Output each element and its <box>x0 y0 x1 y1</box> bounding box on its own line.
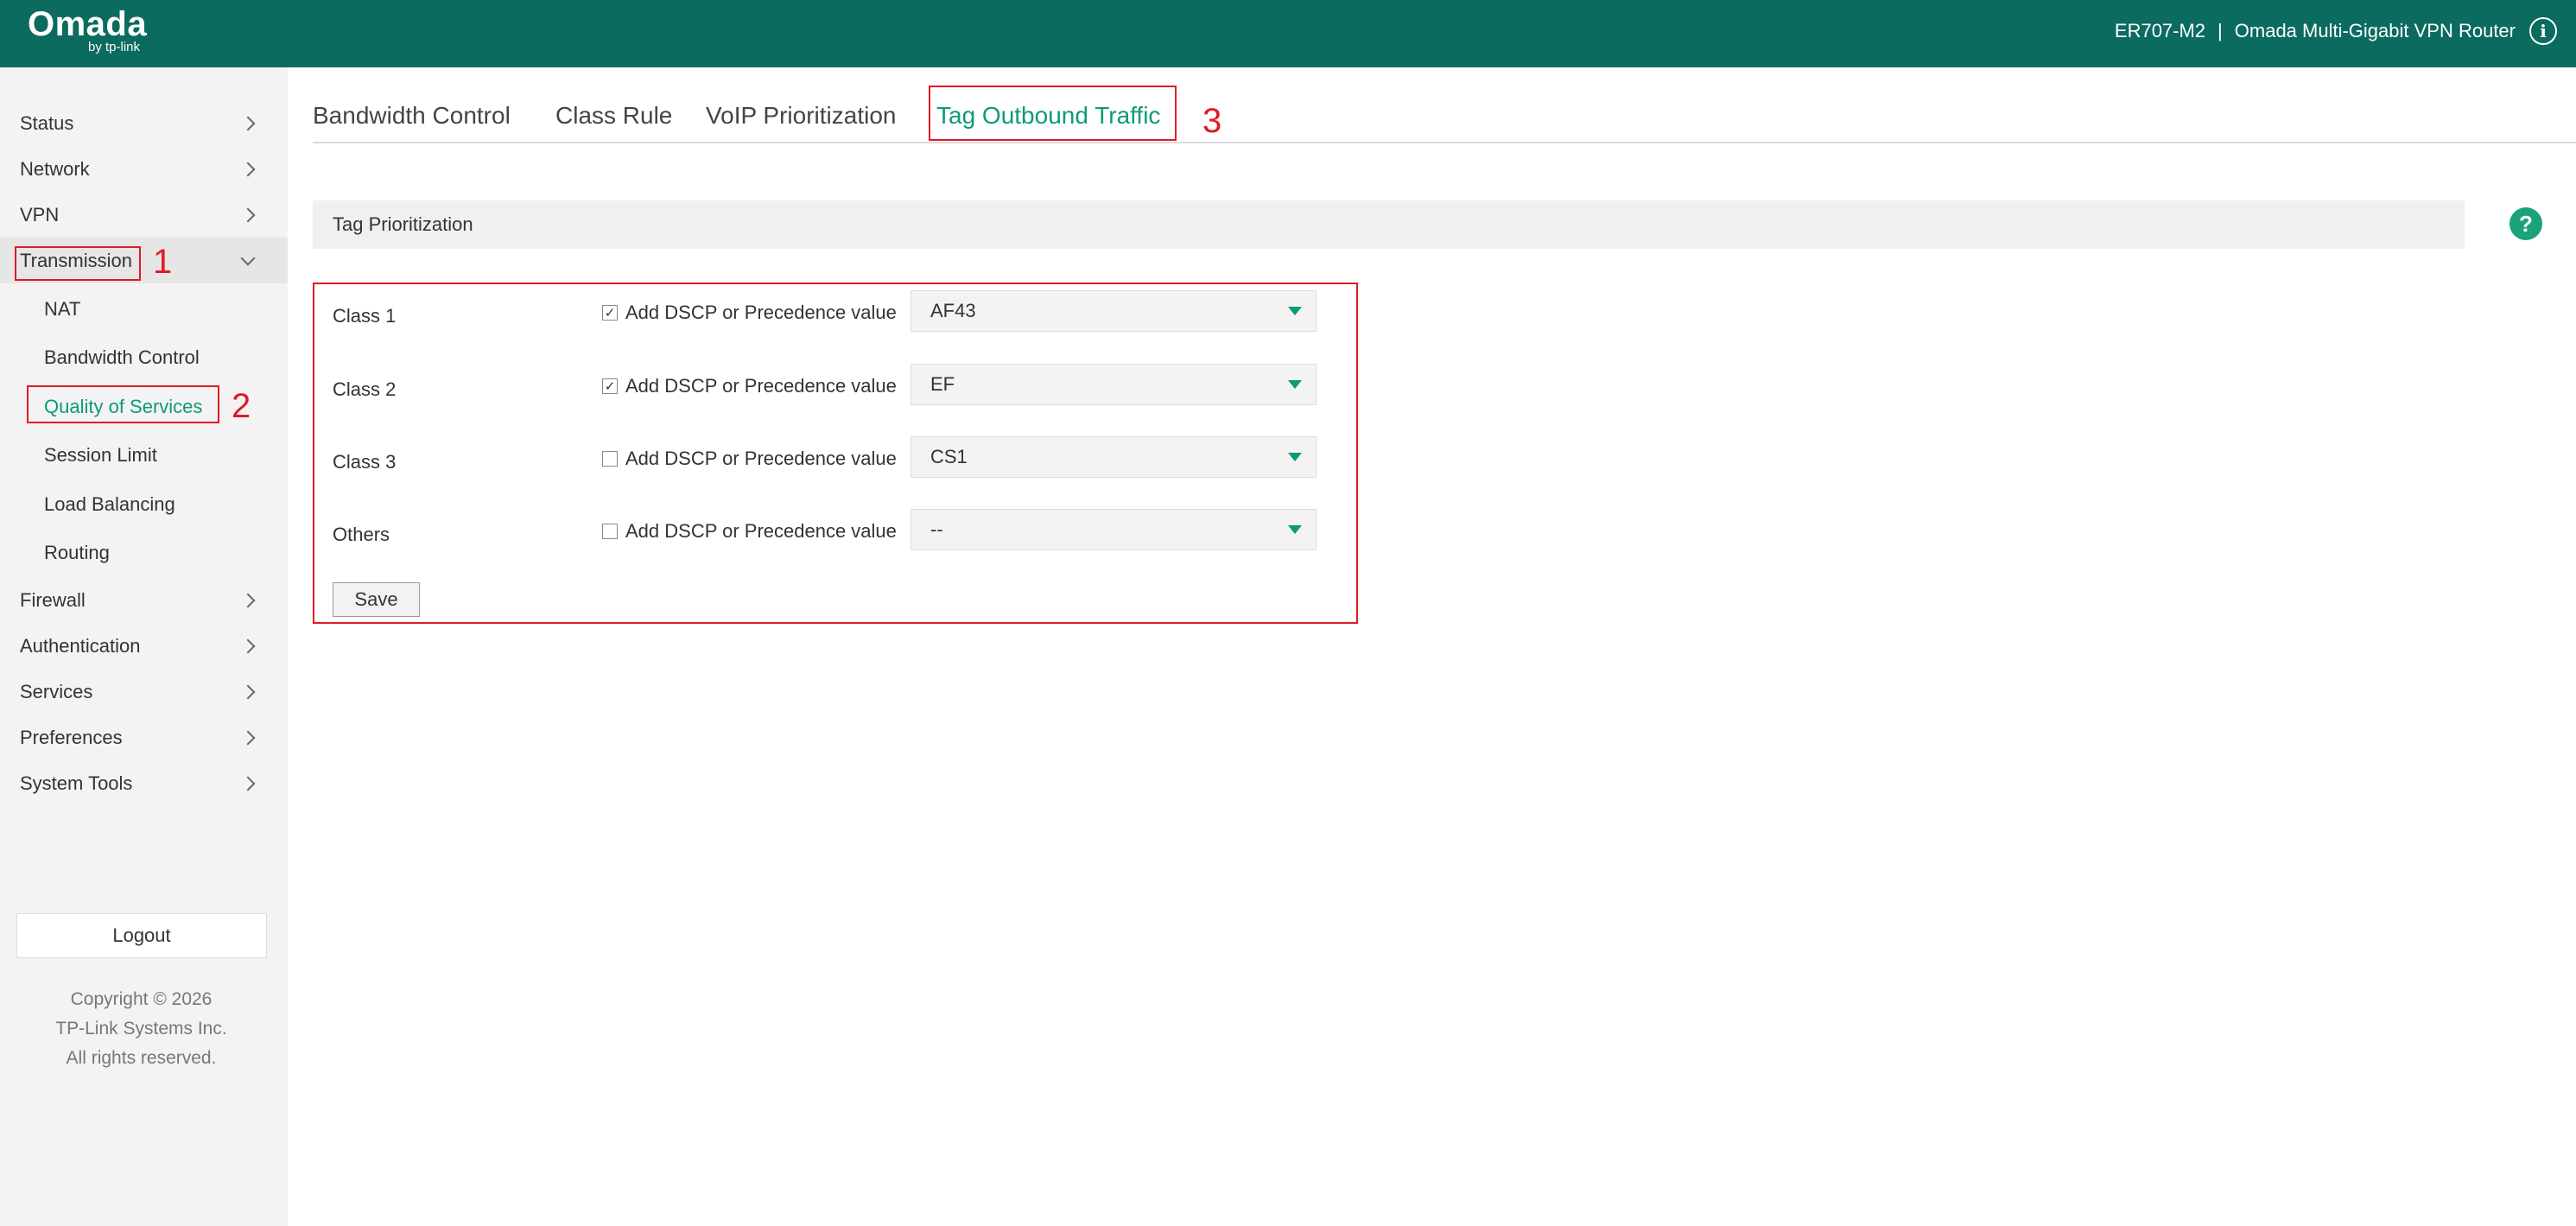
sidebar-subitem-label: Load Balancing <box>44 493 175 515</box>
top-header: Omada by tp-link ER707-M2 | Omada Multi-… <box>0 0 2576 67</box>
sidebar: Status Network VPN Transmission NAT Band… <box>0 67 288 1226</box>
chevron-right-icon <box>240 776 256 791</box>
chevron-right-icon <box>240 162 256 176</box>
section-title: Tag Prioritization <box>333 213 473 235</box>
sidebar-item-firewall[interactable]: Firewall <box>0 577 288 623</box>
sidebar-subitem-label: Routing <box>44 542 110 563</box>
product-name: Omada Multi-Gigabit VPN Router <box>2234 20 2516 41</box>
sidebar-subitem-bandwidth-control[interactable]: Bandwidth Control <box>0 333 288 382</box>
sidebar-item-network[interactable]: Network <box>0 146 288 192</box>
sidebar-subitem-routing[interactable]: Routing <box>0 529 288 577</box>
chevron-right-icon <box>240 638 256 653</box>
chevron-right-icon <box>240 593 256 607</box>
copyright-line: All rights reserved. <box>66 1048 217 1068</box>
sidebar-subitem-load-balancing[interactable]: Load Balancing <box>0 480 288 529</box>
tab-voip-prioritization[interactable]: VoIP Prioritization <box>706 102 897 130</box>
copyright-line: TP-Link Systems Inc. <box>55 1019 227 1039</box>
chevron-right-icon <box>240 116 256 130</box>
annotation-number: 2 <box>232 387 251 425</box>
logout-button[interactable]: Logout <box>16 913 267 958</box>
annotation-number: 1 <box>153 243 173 281</box>
omada-logo: Omada by tp-link <box>28 3 166 59</box>
sidebar-item-preferences[interactable]: Preferences <box>0 715 288 760</box>
sidebar-item-vpn[interactable]: VPN <box>0 192 288 238</box>
sidebar-item-label: System Tools <box>20 772 133 794</box>
annotation-box-tag-outbound-traffic <box>929 86 1177 141</box>
sidebar-item-label: Services <box>20 680 93 702</box>
sidebar-item-label: VPN <box>20 203 60 226</box>
copyright-line: Copyright © 2026 <box>70 989 213 1009</box>
header-separator: | <box>2218 20 2223 41</box>
sidebar-item-label: Status <box>20 111 74 134</box>
tab-bar: Bandwidth Control Class Rule VoIP Priori… <box>313 86 2576 143</box>
chevron-right-icon <box>240 684 256 699</box>
annotation-box-transmission <box>15 246 141 281</box>
sidebar-item-services[interactable]: Services <box>0 669 288 715</box>
chevron-down-icon <box>240 251 256 265</box>
help-icon[interactable]: ? <box>2509 207 2542 240</box>
sidebar-item-authentication[interactable]: Authentication <box>0 623 288 669</box>
sidebar-subitem-nat[interactable]: NAT <box>0 285 288 333</box>
sidebar-subitem-session-limit[interactable]: Session Limit <box>0 431 288 480</box>
sidebar-item-label: Authentication <box>20 634 141 657</box>
sidebar-subitem-label: Session Limit <box>44 444 157 466</box>
annotation-box-form <box>313 283 1358 624</box>
annotation-number: 3 <box>1202 102 1222 140</box>
copyright-text: Copyright © 2026 TP-Link Systems Inc. Al… <box>0 985 282 1073</box>
sidebar-item-label: Preferences <box>20 726 123 748</box>
header-device-info: ER707-M2 | Omada Multi-Gigabit VPN Route… <box>2115 14 2557 48</box>
logo-text: Omada <box>28 5 148 43</box>
tab-bandwidth-control[interactable]: Bandwidth Control <box>313 102 511 130</box>
logo-subtext: by tp-link <box>88 40 141 54</box>
sidebar-item-label: Network <box>20 157 90 180</box>
sidebar-item-label: Firewall <box>20 588 86 611</box>
sidebar-item-status[interactable]: Status <box>0 100 288 146</box>
sidebar-item-system-tools[interactable]: System Tools <box>0 760 288 806</box>
section-header: Tag Prioritization <box>313 200 2465 249</box>
chevron-right-icon <box>240 730 256 745</box>
info-icon[interactable]: i <box>2529 17 2557 45</box>
chevron-right-icon <box>240 207 256 222</box>
sidebar-subitem-label: NAT <box>44 298 81 320</box>
sidebar-subitem-label: Bandwidth Control <box>44 346 200 368</box>
tab-class-rule[interactable]: Class Rule <box>555 102 672 130</box>
annotation-box-quality-of-services <box>27 385 219 423</box>
device-model: ER707-M2 <box>2114 20 2206 41</box>
